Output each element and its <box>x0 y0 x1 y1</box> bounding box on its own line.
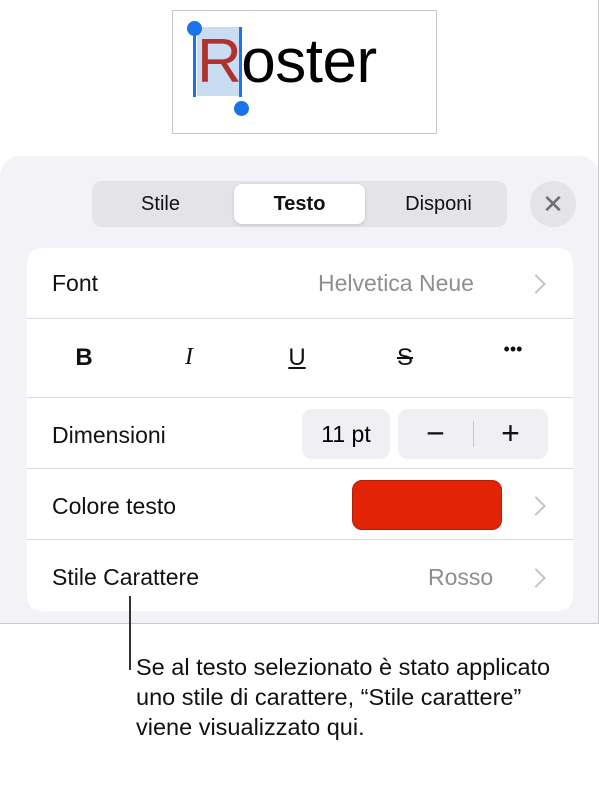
underline-button[interactable]: U <box>277 344 317 372</box>
character-style-label: Stile Carattere <box>52 564 200 590</box>
character-style-value: Rosso <box>428 564 494 590</box>
decrease-size-button[interactable]: − <box>398 409 473 459</box>
font-label: Font <box>52 270 99 296</box>
tab-disponi[interactable]: Disponi <box>373 184 504 224</box>
callout-line <box>129 596 131 670</box>
selected-letter[interactable]: R <box>197 27 242 96</box>
selection-start-handle[interactable] <box>187 21 202 36</box>
font-row[interactable]: Font Helvetica Neue <box>27 248 573 318</box>
tab-stile[interactable]: Stile <box>95 184 226 224</box>
chevron-right-icon <box>526 496 546 516</box>
selection-end-handle[interactable] <box>234 101 249 116</box>
text-options-card: Font Helvetica Neue B I U S ••• Dimensio… <box>27 248 573 611</box>
size-label: Dimensioni <box>52 422 166 448</box>
font-size-value[interactable]: 11 pt <box>302 409 390 459</box>
callout-text: Se al testo selezionato è stato applicat… <box>136 654 551 740</box>
bold-button[interactable]: B <box>64 344 104 372</box>
close-icon: ✕ <box>542 189 564 219</box>
chevron-right-icon <box>526 274 546 294</box>
font-value: Helvetica Neue <box>318 270 474 296</box>
format-buttons-row: B I U S ••• <box>27 319 573 397</box>
character-style-row[interactable]: Stile Carattere Rosso <box>27 540 573 610</box>
text-box[interactable]: Roster <box>172 10 437 134</box>
text-color-label: Colore testo <box>52 493 177 519</box>
italic-button[interactable]: I <box>169 344 209 371</box>
selection-end-caret[interactable] <box>239 27 242 97</box>
text-color-swatch[interactable] <box>352 480 502 530</box>
editor-screen: Roster Stile Testo Disponi ✕ Font Helvet… <box>0 0 599 624</box>
more-options-button[interactable]: ••• <box>493 339 533 360</box>
strikethrough-button[interactable]: S <box>385 344 425 372</box>
increase-size-button[interactable]: + <box>473 409 548 459</box>
font-size-stepper: − + <box>398 409 548 459</box>
chevron-right-icon <box>526 568 546 588</box>
format-panel: Stile Testo Disponi ✕ Font Helvetica Neu… <box>0 156 598 623</box>
divider <box>27 397 573 398</box>
tab-testo[interactable]: Testo <box>234 184 365 224</box>
selection-start-caret[interactable] <box>193 27 196 97</box>
unselected-text[interactable]: oster <box>241 27 377 96</box>
close-button[interactable]: ✕ <box>530 181 576 227</box>
tab-bar: Stile Testo Disponi <box>92 181 507 227</box>
roster-text[interactable]: Roster <box>197 27 377 96</box>
